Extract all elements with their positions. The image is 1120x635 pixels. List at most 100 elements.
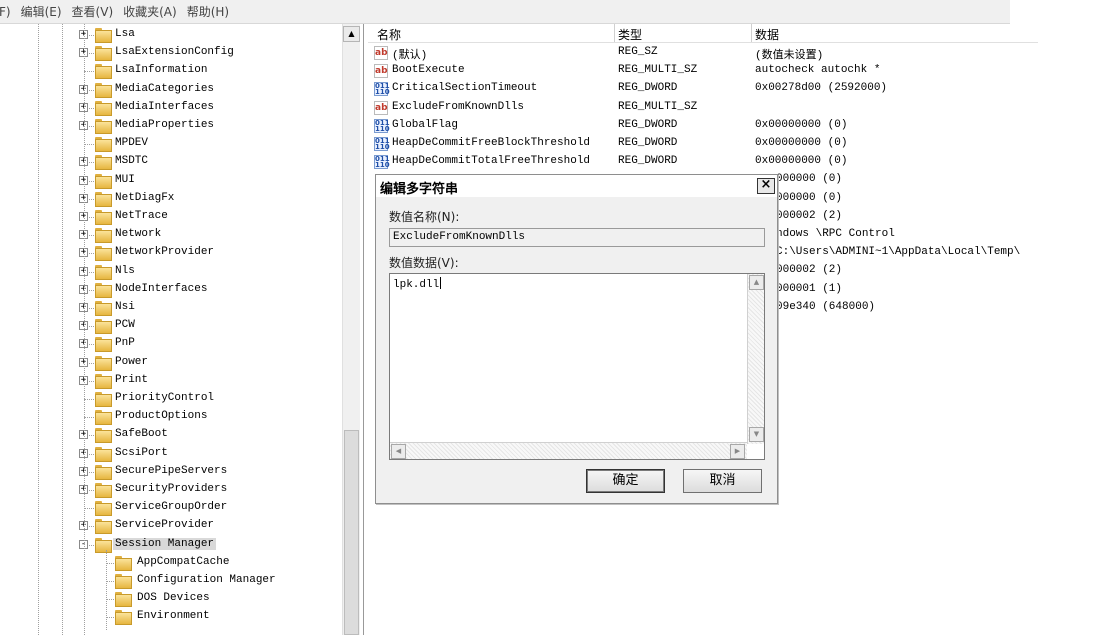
tree-item[interactable]: + MediaProperties [0, 117, 340, 135]
scroll-left-icon[interactable]: ◀ [391, 444, 406, 459]
tree-item[interactable]: + MediaInterfaces [0, 99, 340, 117]
tree-item-label: ServiceProvider [115, 519, 215, 532]
tree-item-label: SecurePipeServers [115, 464, 228, 477]
folder-icon [95, 191, 112, 207]
tree-item[interactable]: + NetworkProvider [0, 244, 340, 262]
scroll-up-icon[interactable]: ▲ [343, 26, 360, 42]
tree-item[interactable]: + MSDTC [0, 153, 340, 171]
col-type-header[interactable]: 类型 [618, 26, 642, 43]
cell-data-partial: C:\Users\ADMINI~1\AppData\Local\Temp\ [776, 246, 1021, 259]
folder-icon [95, 82, 112, 98]
folder-icon [95, 64, 112, 80]
cell-data: 0x00000000 (0) [755, 155, 848, 168]
tree-item[interactable]: + PCW [0, 317, 340, 335]
menu-favorites[interactable]: 收藏夹(A) [118, 3, 182, 20]
tree-item[interactable]: Environment [0, 608, 340, 626]
tree-item[interactable]: + SecurePipeServers [0, 463, 340, 481]
cell-name: BootExecute [392, 64, 465, 77]
folder-icon [115, 592, 132, 608]
tree-item[interactable]: + SecurityProviders [0, 481, 340, 499]
tree-item[interactable]: + SafeBoot [0, 426, 340, 444]
tree-item-label: SafeBoot [115, 428, 168, 441]
tree-item[interactable]: + Nsi [0, 299, 340, 317]
tree-item[interactable]: + Power [0, 354, 340, 372]
textarea-hscroll[interactable]: ◀ ▶ [390, 442, 747, 459]
scroll-up-icon[interactable]: ▲ [749, 275, 764, 290]
tree-item[interactable]: AppCompatCache [0, 554, 340, 572]
tree-item-label: ScsiPort [115, 446, 168, 459]
tree-item[interactable]: + PnP [0, 335, 340, 353]
tree-item-label: PriorityControl [115, 392, 215, 404]
edit-multistring-dialog: 编辑多字符串 × 数值名称(N): ExcludeFromKnownDlls 数… [375, 174, 778, 504]
tree-scrollbar[interactable]: ▲ [342, 24, 360, 635]
tree-item[interactable]: PriorityControl [0, 390, 340, 408]
ok-button[interactable]: 确定 [586, 469, 665, 493]
tree-item[interactable]: + Lsa [0, 26, 340, 44]
list-item[interactable]: 011 110 CriticalSectionTimeout REG_DWORD 0x… [368, 80, 1068, 98]
tree-item[interactable]: + Print [0, 372, 340, 390]
tree-item[interactable]: + ServiceProvider [0, 517, 340, 535]
cell-data: (数值未设置) [755, 50, 824, 62]
tree-item[interactable]: DOS Devices [0, 590, 340, 608]
tree-item-label: ServiceGroupOrder [115, 501, 228, 514]
col-data-header[interactable]: 数据 [755, 26, 779, 43]
tree-item[interactable]: ServiceGroupOrder [0, 499, 340, 517]
cell-data-partial: 000001 (1) [776, 282, 843, 295]
cell-type: REG_MULTI_SZ [618, 64, 698, 77]
tree-item[interactable]: ProductOptions [0, 408, 340, 426]
menu-help[interactable]: 帮助(H) [182, 3, 234, 20]
folder-icon [95, 537, 112, 553]
list-item[interactable]: 011 110 HeapDeCommitTotalFreeThreshold REG… [368, 153, 1068, 171]
tree-item[interactable]: MPDEV [0, 135, 340, 153]
tree-item[interactable]: - Session Manager [0, 536, 340, 554]
scroll-thumb[interactable] [344, 430, 359, 635]
cell-type: REG_DWORD [618, 82, 678, 95]
list-item[interactable]: ab BootExecute REG_MULTI_SZ autocheck autoc… [368, 62, 1068, 80]
cell-type: REG_DWORD [618, 137, 678, 149]
tree-item[interactable]: + Network [0, 226, 340, 244]
tree-item-label: Print [115, 373, 149, 386]
menu-view[interactable]: 查看(V) [67, 3, 119, 20]
value-data-label: 数值数据(V): [389, 256, 459, 270]
tree-item-label: PCW [115, 319, 135, 332]
tree-item[interactable]: + NetDiagFx [0, 190, 340, 208]
tree-item[interactable]: + ScsiPort [0, 445, 340, 463]
menu-file[interactable]: F) [0, 5, 16, 19]
cancel-button[interactable]: 取消 [683, 469, 762, 493]
string-value-icon: ab [374, 100, 388, 115]
col-name-header[interactable]: 名称 [377, 26, 401, 43]
close-icon[interactable]: × [757, 178, 775, 194]
list-item[interactable]: 011 110 GlobalFlag REG_DWORD 0x00000000 (0) [368, 117, 1068, 135]
folder-icon [115, 574, 132, 589]
textarea-vscroll[interactable]: ▲ ▼ [747, 274, 764, 444]
value-name-label: 数值名称(N): [389, 210, 460, 224]
tree-item[interactable]: LsaInformation [0, 62, 340, 80]
scroll-down-icon[interactable]: ▼ [749, 427, 764, 442]
folder-icon [95, 319, 112, 335]
dword-value-icon: 011 110 [374, 82, 390, 97]
tree-item-label: Session Manager [113, 537, 217, 550]
folder-icon [95, 264, 112, 280]
tree-item[interactable]: + NodeInterfaces [0, 281, 340, 299]
list-item[interactable]: ab ExcludeFromKnownDlls REG_MULTI_SZ [368, 99, 1068, 117]
tree-item[interactable]: + NetTrace [0, 208, 340, 226]
value-name-field: ExcludeFromKnownDlls [389, 228, 765, 247]
list-header: 名称 类型 数据 [368, 24, 1038, 43]
tree-item[interactable]: + MediaCategories [0, 81, 340, 99]
list-item[interactable]: 011 110 HeapDeCommitFreeBlockThreshold REG… [368, 135, 1068, 153]
list-item[interactable]: ab (默认) REG_SZ (数值未设置) [368, 44, 1068, 62]
tree-item-label: MediaInterfaces [115, 100, 215, 113]
tree-item[interactable]: + MUI [0, 172, 340, 190]
folder-icon [95, 483, 112, 498]
value-data-textarea[interactable]: lpk.dll ▲ ▼ ◀ ▶ [389, 273, 765, 460]
tree-item[interactable]: + LsaExtensionConfig [0, 44, 340, 62]
cell-name: CriticalSectionTimeout [392, 82, 538, 95]
folder-icon [95, 173, 112, 189]
tree-item[interactable]: + Nls [0, 263, 340, 281]
scroll-right-icon[interactable]: ▶ [730, 444, 745, 459]
menu-edit[interactable]: 编辑(E) [16, 3, 67, 20]
tree-item-label: LsaInformation [115, 64, 208, 77]
tree-item[interactable]: Configuration Manager [0, 572, 340, 590]
folder-icon [95, 355, 112, 371]
registry-tree[interactable]: + Lsa + LsaExtensionConfig LsaInformation + Me… [0, 24, 364, 635]
